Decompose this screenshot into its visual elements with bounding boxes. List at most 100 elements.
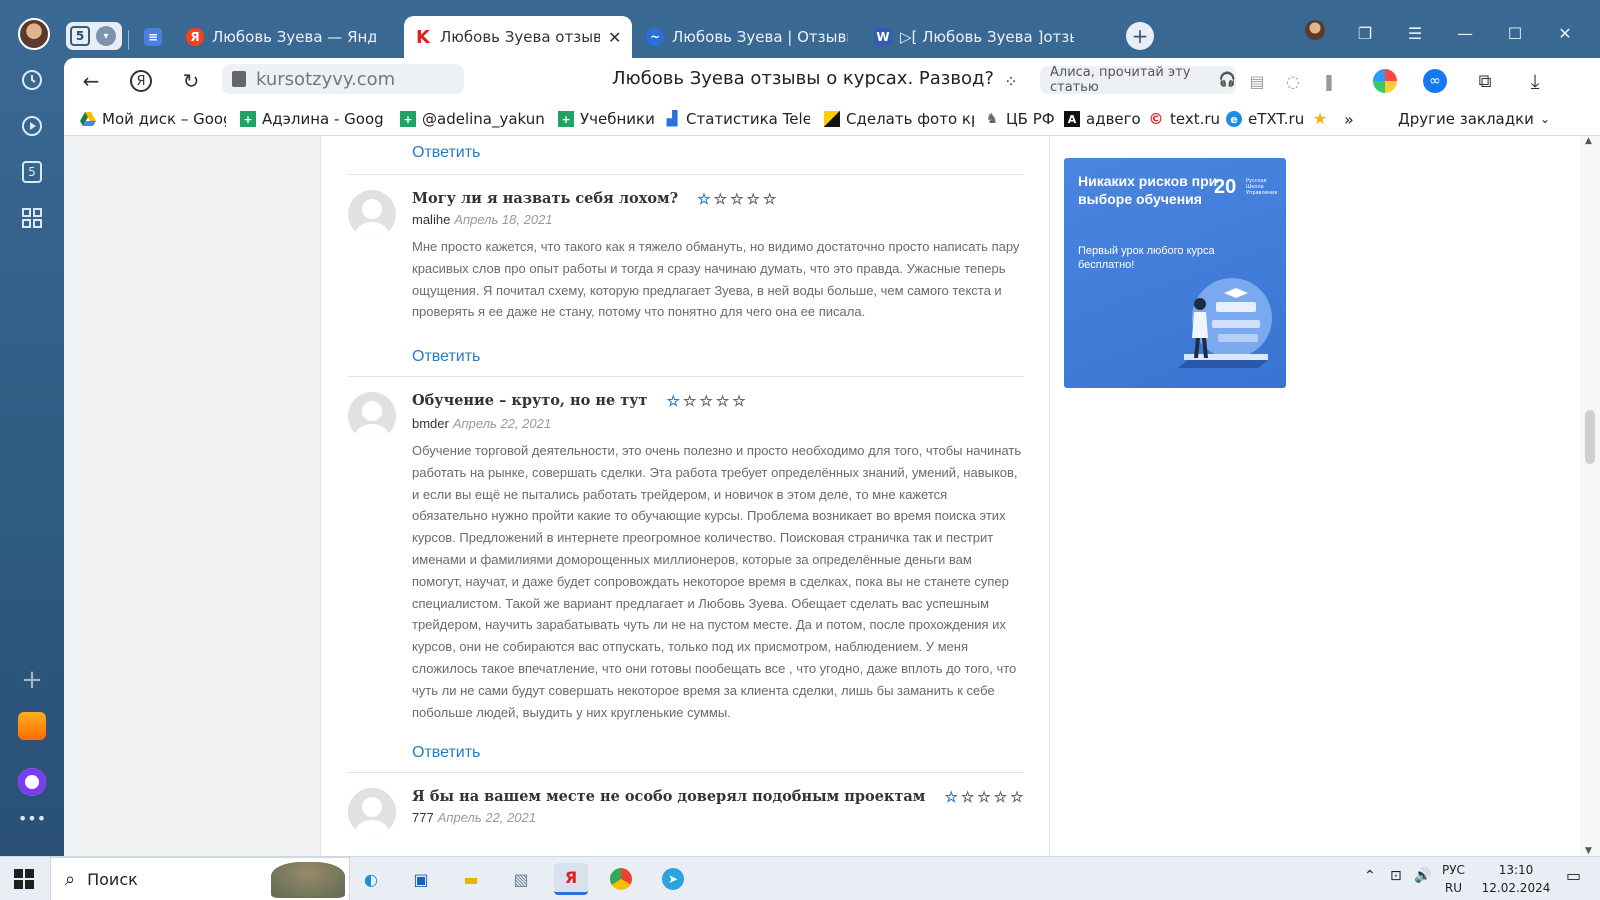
- close-window-icon[interactable]: ✕: [1550, 24, 1580, 43]
- bookmark-item[interactable]: + Адэлина - Google: [240, 110, 384, 128]
- ad-logo: 20: [1214, 176, 1237, 198]
- star-icon: ☆: [746, 189, 760, 208]
- alice-read-button[interactable]: Алиса, прочитай эту статью 🎧: [1040, 65, 1236, 95]
- notifications-icon[interactable]: ▭: [1566, 867, 1581, 885]
- extensions-icon[interactable]: ⁘: [996, 66, 1026, 96]
- bookmark-item[interactable]: ♞ ЦБ РФ: [984, 110, 1055, 128]
- scroll-up-icon[interactable]: ▲: [1585, 136, 1592, 146]
- chrome-icon[interactable]: [604, 863, 638, 895]
- tab-kursotzyvy[interactable]: K Любовь Зуева отзывы о ✕: [404, 16, 632, 58]
- docs-icon: ≡: [144, 28, 162, 46]
- clock[interactable]: 13:10 12.02.2024: [1476, 861, 1556, 897]
- back-icon[interactable]: ←: [76, 66, 106, 96]
- bookmark-icon[interactable]: ❚: [1314, 66, 1344, 96]
- search-icon: ⌕: [65, 868, 76, 890]
- tab-otzyvy-2[interactable]: ~ Любовь Зуева | Отзывы л: [636, 16, 858, 58]
- bookmark-label: @adelina_yakunina: [422, 110, 544, 128]
- bookmark-label: ЦБ РФ: [1006, 110, 1055, 128]
- maximize-icon[interactable]: ☐: [1500, 24, 1530, 43]
- bookmark-item[interactable]: e eTXT.ru: [1226, 110, 1304, 128]
- collections-icon[interactable]: ❐: [1350, 24, 1380, 43]
- reply-link[interactable]: Ответить: [412, 348, 480, 366]
- taskbar-search[interactable]: ⌕ Поиск: [50, 857, 350, 900]
- star-icon: ☆: [993, 787, 1008, 806]
- new-tab-button[interactable]: +: [1126, 22, 1154, 50]
- bookmark-item[interactable]: A адвего: [1064, 110, 1141, 128]
- ad-banner[interactable]: Никаких рисков при выборе обучения 20 Ру…: [1064, 158, 1286, 388]
- advego-icon: A: [1064, 111, 1080, 127]
- store-icon[interactable]: ▣: [404, 863, 438, 895]
- minimize-icon[interactable]: —: [1450, 24, 1480, 43]
- yandex-home-icon[interactable]: Я: [126, 66, 156, 96]
- downloads-icon[interactable]: ⤓: [1520, 66, 1550, 96]
- telegram-icon[interactable]: ➤: [656, 863, 690, 895]
- profile-avatar[interactable]: [18, 18, 50, 50]
- address-bar[interactable]: kursotzyvy.com: [222, 64, 464, 94]
- mail-icon[interactable]: [14, 708, 50, 744]
- bookmark-item[interactable]: ★: [1312, 110, 1328, 126]
- lang-top: РУС: [1442, 863, 1465, 877]
- review-author: bmder: [412, 416, 449, 431]
- reader-mode-icon[interactable]: ▤: [1242, 66, 1272, 96]
- bookmark-item[interactable]: Мой диск – Googl: [80, 110, 226, 128]
- bookmark-label: Мой диск – Googl: [102, 110, 226, 128]
- alice-icon[interactable]: [14, 764, 50, 800]
- bookmarks-bar: Мой диск – Googl + Адэлина - Google + @a…: [64, 104, 1600, 136]
- tab-otzyvy-3[interactable]: W ▷[ Любовь Зуева ]отзывы: [864, 16, 1084, 58]
- add-panel-icon[interactable]: +: [14, 662, 50, 698]
- reply-link[interactable]: Ответить: [412, 744, 480, 762]
- page-content: Ответить Могу ли я назвать себя лохом? ☆…: [64, 136, 1600, 856]
- tabs-count-icon[interactable]: 5: [14, 154, 50, 190]
- file-explorer-icon[interactable]: ▬: [454, 863, 488, 895]
- reply-link[interactable]: Ответить: [412, 144, 480, 162]
- bookmark-label: Адэлина - Google: [262, 110, 384, 128]
- scroll-down-icon[interactable]: ▼: [1585, 846, 1592, 856]
- scrollbar-thumb[interactable]: [1585, 410, 1595, 464]
- photos-icon[interactable]: ▧: [504, 863, 538, 895]
- bookmark-item[interactable]: © text.ru: [1148, 110, 1221, 128]
- collections-panel-icon[interactable]: ⧉: [1470, 66, 1500, 96]
- reload-icon[interactable]: ↻: [176, 66, 206, 96]
- yandex-browser-icon[interactable]: Я: [554, 863, 588, 895]
- close-tab-icon[interactable]: ✕: [608, 28, 621, 47]
- more-icon[interactable]: •••: [14, 800, 50, 836]
- volume-icon[interactable]: 🔊: [1414, 867, 1431, 885]
- review-date: Апрель 18, 2021: [454, 212, 553, 227]
- bookmark-label: Сделать фото круг: [846, 110, 974, 128]
- language-indicator[interactable]: РУС RU: [1442, 861, 1465, 897]
- network-icon[interactable]: ⊡: [1390, 867, 1402, 885]
- headphones-icon: 🎧: [1218, 72, 1236, 88]
- bookmark-item[interactable]: + @adelina_yakunina: [400, 110, 544, 128]
- bookmark-item[interactable]: + Учебники: [558, 110, 655, 128]
- menu-icon[interactable]: ☰: [1400, 24, 1430, 43]
- bookmark-label: Учебники: [580, 110, 655, 128]
- bookmark-label: адвего: [1086, 110, 1141, 128]
- tab-yandex-search[interactable]: Я Любовь Зуева — Яндекс:: [176, 16, 386, 58]
- star-icon: ☆: [699, 391, 713, 410]
- more-bookmarks-button[interactable]: »: [1344, 110, 1354, 129]
- star-icon: ☆: [763, 189, 777, 208]
- tab-title: Любовь Зуева отзывы о: [440, 28, 600, 46]
- browser-extension-icon[interactable]: [1370, 66, 1400, 96]
- windows-start-icon[interactable]: [14, 869, 34, 889]
- star-icon: ☆: [697, 189, 711, 208]
- review-title: Обучение – круто, но не тут ☆ ☆ ☆ ☆ ☆: [412, 392, 746, 409]
- tab-group-button[interactable]: 5 ▾: [66, 22, 122, 50]
- edge-icon[interactable]: ◐: [354, 863, 388, 895]
- page-scrollbar[interactable]: ▲ ▼: [1580, 136, 1600, 856]
- review-meta: malihe Апрель 18, 2021: [412, 212, 553, 227]
- history-icon[interactable]: [14, 62, 50, 98]
- tray-chevron-icon[interactable]: ⌃: [1364, 867, 1376, 885]
- play-icon[interactable]: [14, 108, 50, 144]
- tab-title: ▷[ Любовь Зуева ]отзывы: [900, 28, 1074, 46]
- apps-grid-icon[interactable]: [14, 200, 50, 236]
- other-bookmarks-button[interactable]: Другие закладки ⌄: [1398, 110, 1550, 128]
- infinity-extension-icon[interactable]: ∞: [1420, 66, 1450, 96]
- bookmark-item[interactable]: Сделать фото круг: [824, 110, 974, 128]
- tab-docs[interactable]: ≡: [138, 16, 170, 58]
- translate-icon[interactable]: ◌: [1278, 66, 1308, 96]
- bookmark-item[interactable]: ▟ Статистика Telegra: [664, 110, 810, 128]
- tab-strip: 5 ▾ ≡ Я Любовь Зуева — Яндекс: K Любовь …: [64, 10, 1600, 58]
- profile-small-avatar[interactable]: [1300, 20, 1330, 44]
- review-author: 777: [412, 810, 434, 825]
